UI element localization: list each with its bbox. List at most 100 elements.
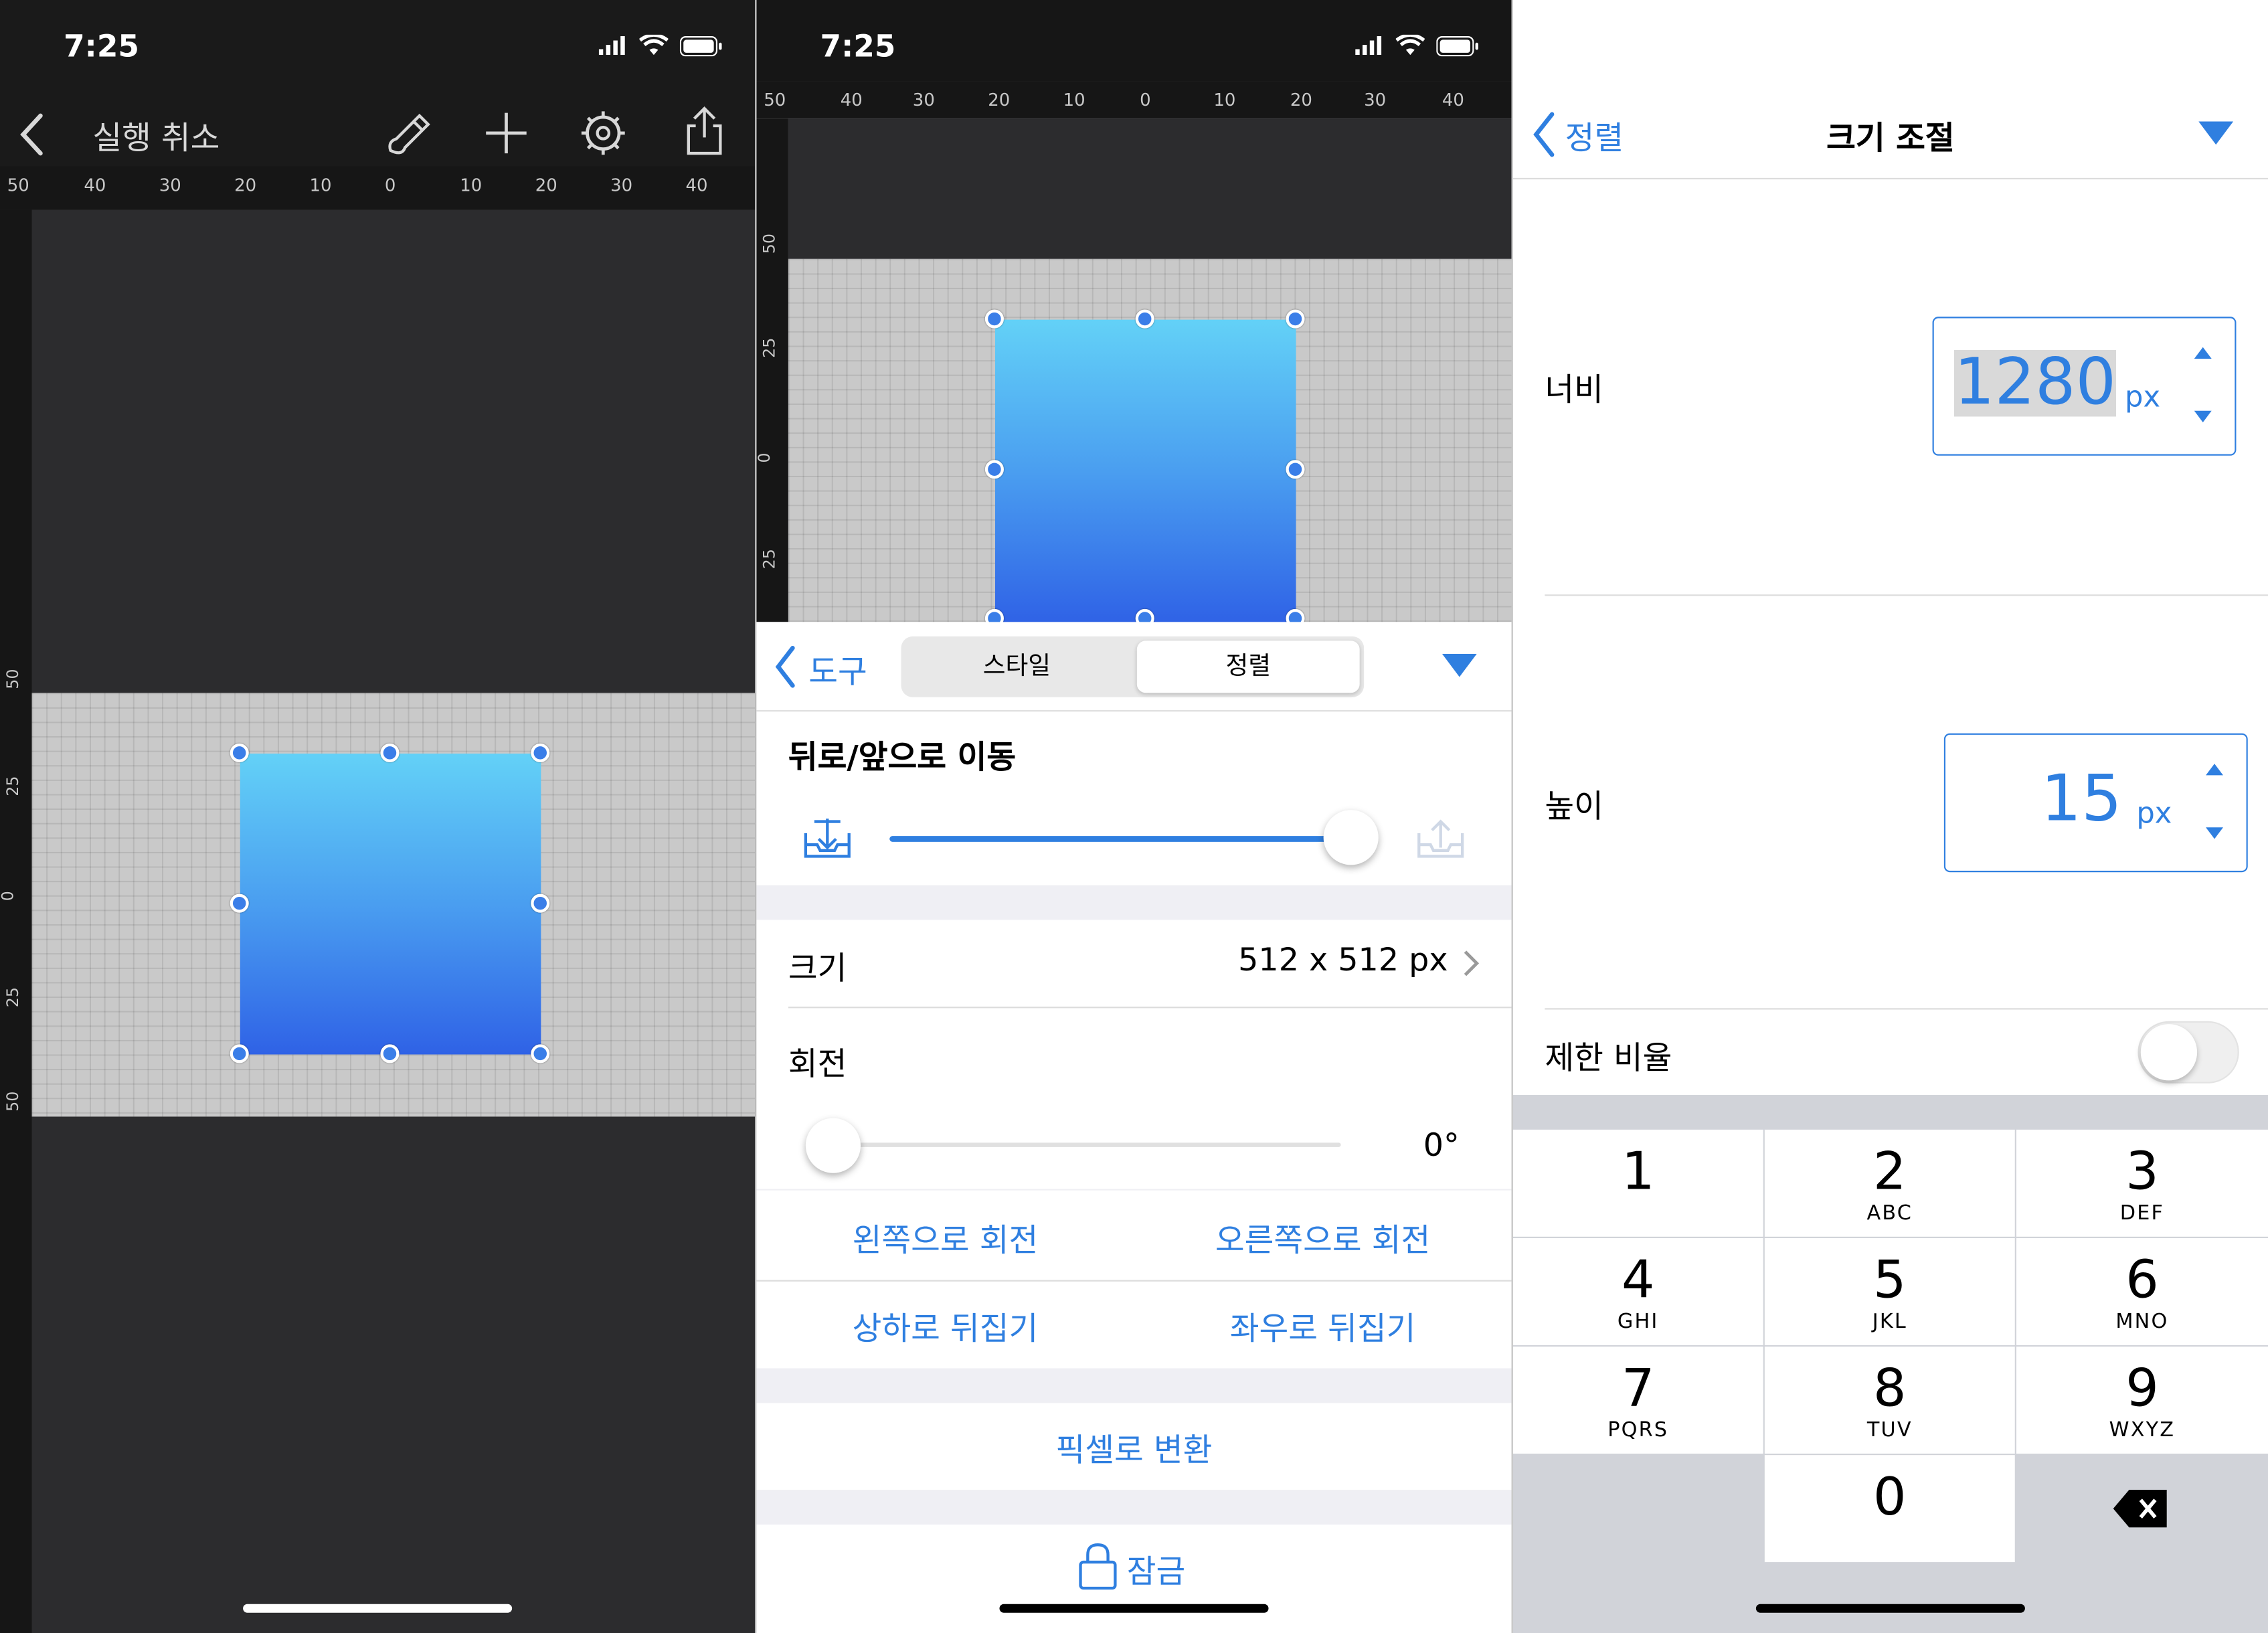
arrange-title: 뒤로/앞으로 이동 xyxy=(788,740,1017,777)
ruler-tick: 50 xyxy=(764,89,786,110)
key-6[interactable]: 6 MNO xyxy=(2016,1237,2268,1345)
ruler-tick: 30 xyxy=(1364,89,1387,110)
ruler-tick: 40 xyxy=(84,175,106,195)
status-icons xyxy=(1355,34,1480,56)
back-button[interactable]: 도구 xyxy=(808,647,867,693)
divider xyxy=(1545,1008,2268,1010)
resize-handle[interactable] xyxy=(531,893,550,913)
height-value[interactable]: 15 xyxy=(2041,766,2122,833)
key-2[interactable]: 2 ABC xyxy=(1764,1129,2015,1237)
battery-icon xyxy=(679,35,722,56)
rotate-right-button[interactable]: 오른쪽으로 회전 xyxy=(1134,1215,1511,1261)
divider xyxy=(1545,594,2268,596)
key-0[interactable]: 0 xyxy=(1764,1455,2015,1563)
ruler-tick: 20 xyxy=(535,175,557,195)
numeric-keypad: 1 2 ABC 3 DEF 4 GHI 5 JKL 6 MNO 7 PQRS 8 TUV 9W… xyxy=(1512,1095,2268,1633)
convert-row: 픽셀로 변환 xyxy=(756,1403,1512,1490)
tab-style[interactable]: 스타일 xyxy=(901,636,1133,697)
ruler-tick: 10 xyxy=(1213,89,1236,110)
ruler-tick: 20 xyxy=(234,175,257,195)
key-9[interactable]: 9 WXYZ xyxy=(2016,1347,2268,1454)
selected-shape[interactable] xyxy=(995,319,1296,624)
resize-handle[interactable] xyxy=(230,893,249,913)
lock-button[interactable]: 잠금 xyxy=(1127,1546,1186,1592)
width-field[interactable]: 1280 px xyxy=(1932,317,2237,456)
key-7[interactable]: 7 PQRS xyxy=(1512,1347,1763,1454)
resize-handle[interactable] xyxy=(984,309,1004,329)
paintbrush-icon[interactable] xyxy=(382,110,431,159)
ruler-tick: 40 xyxy=(685,175,708,195)
constrain-toggle[interactable] xyxy=(2138,1021,2239,1084)
key-1[interactable]: 1 xyxy=(1512,1129,1763,1237)
rotation-slider-thumb[interactable] xyxy=(805,1118,861,1173)
delete-backspace-icon[interactable] xyxy=(2112,1488,2170,1529)
resize-handle[interactable] xyxy=(531,1044,550,1063)
ruler-tick: 0 xyxy=(1140,89,1151,110)
key-8[interactable]: 8 TUV xyxy=(1764,1347,2015,1454)
undo-button[interactable]: 실행 취소 xyxy=(92,113,220,159)
resize-handle[interactable] xyxy=(380,1044,400,1063)
resize-handle[interactable] xyxy=(984,460,1004,479)
canvas-background xyxy=(788,118,1512,259)
ruler-tick: 25 xyxy=(3,987,23,1008)
bring-forward-icon[interactable] xyxy=(1413,813,1468,862)
resize-handle[interactable] xyxy=(380,743,400,762)
convert-to-pixels-button[interactable]: 픽셀로 변환 xyxy=(756,1425,1511,1471)
horizontal-ruler: 50 40 30 20 10 0 10 20 30 40 xyxy=(756,81,1512,119)
chevron-right-icon[interactable] xyxy=(1462,949,1480,978)
ruler-tick: 50 xyxy=(760,234,779,254)
wifi-icon xyxy=(1395,34,1425,56)
ruler-tick: 0 xyxy=(384,175,396,195)
key-3[interactable]: 3 DEF xyxy=(2016,1129,2268,1237)
rotation-value: 0° xyxy=(1423,1128,1460,1165)
ruler-tick: 0 xyxy=(756,452,774,463)
gear-icon[interactable] xyxy=(579,108,628,157)
rotation-slider-track[interactable] xyxy=(835,1142,1341,1147)
height-field[interactable]: 15 px xyxy=(1943,733,2248,873)
resize-handle[interactable] xyxy=(1286,460,1305,479)
width-unit: px xyxy=(2125,379,2161,414)
plus-icon[interactable] xyxy=(483,110,529,156)
height-label: 높이 xyxy=(1545,790,1603,827)
collapse-triangle-icon[interactable] xyxy=(2198,121,2234,145)
ruler-tick: 10 xyxy=(309,175,332,195)
arrange-section: 뒤로/앞으로 이동 xyxy=(756,711,1512,885)
increment-icon[interactable] xyxy=(2206,764,2223,776)
resize-handle[interactable] xyxy=(230,743,249,762)
send-backward-icon[interactable] xyxy=(800,813,855,862)
arrange-slider-thumb[interactable] xyxy=(1323,810,1379,865)
resize-handle[interactable] xyxy=(531,743,550,762)
decrement-icon[interactable] xyxy=(2206,827,2223,839)
key-5[interactable]: 5 JKL xyxy=(1764,1237,2015,1345)
resize-panel: 정렬 크기 조절 너비 1280 px 높이 15 px 제한 비율 1 2 AB… xyxy=(1512,0,2268,1633)
toggle-knob xyxy=(2140,1024,2198,1081)
flip-horizontal-button[interactable]: 좌우로 뒤집기 xyxy=(1134,1303,1511,1349)
resize-handle[interactable] xyxy=(1286,309,1305,329)
tab-arrange[interactable]: 정렬 xyxy=(1136,640,1360,693)
home-indicator xyxy=(1755,1604,2025,1613)
inspector-header: 도구 스타일 정렬 xyxy=(756,622,1512,712)
decrement-icon[interactable] xyxy=(2194,410,2212,423)
lock-icon[interactable] xyxy=(1077,1542,1118,1591)
collapse-triangle-icon[interactable] xyxy=(1442,653,1477,677)
ruler-tick: 10 xyxy=(460,175,483,195)
selected-shape[interactable] xyxy=(240,753,541,1055)
ruler-tick: 0 xyxy=(0,891,17,901)
transform-section: 크기 512 x 512 px 회전 0° xyxy=(756,920,1512,1189)
increment-icon[interactable] xyxy=(2194,347,2212,359)
rotate-left-button[interactable]: 왼쪽으로 회전 xyxy=(756,1215,1134,1261)
resize-handle[interactable] xyxy=(1135,309,1154,329)
back-chevron-icon[interactable] xyxy=(17,113,46,157)
rotate-actions-row: 왼쪽으로 회전 오른쪽으로 회전 xyxy=(756,1190,1512,1280)
width-value[interactable]: 1280 xyxy=(1953,349,2117,417)
ruler-tick: 20 xyxy=(1290,89,1312,110)
key-4[interactable]: 4 GHI xyxy=(1512,1237,1763,1345)
share-icon[interactable] xyxy=(683,106,726,158)
flip-vertical-button[interactable]: 상하로 뒤집기 xyxy=(756,1303,1134,1349)
resize-handle[interactable] xyxy=(230,1044,249,1063)
back-chevron-icon[interactable] xyxy=(774,645,797,689)
ruler-tick: 50 xyxy=(3,669,23,689)
arrange-slider-track[interactable] xyxy=(889,836,1353,842)
size-value[interactable]: 512 x 512 px xyxy=(1238,943,1448,979)
battery-icon xyxy=(1436,35,1478,56)
